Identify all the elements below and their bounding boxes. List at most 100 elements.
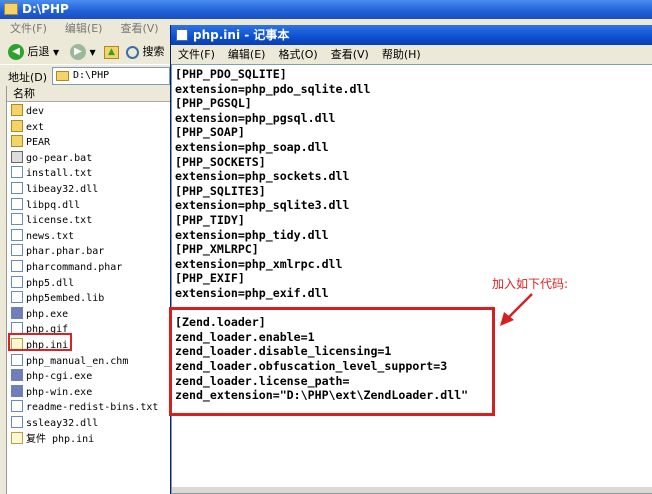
- batch-file-icon: [11, 150, 23, 163]
- address-bar: 地址(D) D:\PHP: [0, 64, 170, 86]
- up-folder-button[interactable]: ▲: [104, 43, 119, 61]
- text-file-icon: [11, 213, 23, 226]
- file-row[interactable]: ssleay32.dll: [11, 416, 98, 431]
- file-icon: [11, 260, 23, 272]
- file-name: php_manual_en.chm: [26, 355, 129, 367]
- file-name: ext: [26, 121, 45, 133]
- search-button[interactable]: 搜索: [126, 43, 165, 61]
- file-name: phar.phar.bar: [26, 246, 105, 258]
- file-row[interactable]: PEAR: [11, 135, 50, 150]
- file-row[interactable]: readme-redist-bins.txt: [11, 400, 158, 415]
- menu-view[interactable]: 查看(V): [331, 48, 369, 61]
- file-icon: [11, 291, 23, 304]
- file-name: PEAR: [26, 137, 51, 149]
- php-exe-icon: [11, 306, 23, 319]
- folder-icon: [11, 104, 23, 116]
- menu-view[interactable]: 查看(V): [120, 22, 158, 35]
- file-name: ssleay32.dll: [26, 418, 99, 429]
- file-name: go-pear.bat: [26, 152, 93, 164]
- folder-icon: [11, 135, 23, 148]
- horizontal-scrollbar[interactable]: [172, 487, 652, 493]
- explorer-title: D:\PHP: [22, 2, 69, 16]
- text-line: extension=php_sockets.dll: [175, 169, 350, 184]
- text-line: [PHP_SQLITE3]: [175, 183, 266, 198]
- ini-file-icon: [11, 431, 23, 444]
- php-exe-icon: [11, 369, 23, 382]
- text-file-icon: [11, 228, 23, 241]
- text-line: [PHP_SOCKETS]: [175, 154, 266, 169]
- file-name: php5embed.lib: [26, 293, 105, 305]
- text-line: [PHP_TIDY]: [175, 213, 245, 227]
- text-file-icon: [11, 166, 23, 179]
- back-arrow-icon: ◀: [8, 44, 24, 60]
- notepad-title-bar[interactable]: php.ini - 记事本: [171, 25, 652, 45]
- dll-file-icon: [11, 197, 23, 210]
- file-row[interactable]: 复件 php.ini: [11, 431, 94, 447]
- file-row[interactable]: php-win.exe: [11, 384, 93, 400]
- text-line: extension=php_tidy.dll: [175, 227, 329, 242]
- explorer-menu-bar: 文件(F) 编辑(E) 查看(V): [0, 19, 170, 39]
- dll-file-icon: [11, 416, 23, 428]
- folder-icon: [56, 71, 69, 81]
- up-folder-icon: ▲: [104, 45, 119, 59]
- menu-file[interactable]: 文件(F): [10, 22, 47, 35]
- zend-loader-highlight-box: [169, 307, 495, 416]
- file-name: php-cgi.exe: [26, 371, 93, 383]
- file-row[interactable]: phar.phar.bar: [11, 244, 104, 259]
- dll-file-icon: [11, 275, 23, 288]
- file-name: pharcommand.phar: [26, 262, 123, 273]
- file-row[interactable]: ext: [11, 119, 45, 135]
- column-header-name[interactable]: 名称: [7, 86, 171, 102]
- menu-format[interactable]: 格式(O): [278, 48, 317, 61]
- php-ini-highlight-box: [8, 333, 72, 351]
- chevron-down-icon: ▼: [89, 48, 96, 57]
- file-name: readme-redist-bins.txt: [26, 402, 159, 414]
- php-exe-icon: [11, 384, 23, 397]
- file-name: install.txt: [26, 168, 93, 180]
- file-name: dev: [26, 106, 45, 117]
- forward-button[interactable]: ▶ ▼: [70, 43, 96, 61]
- search-icon: [126, 45, 139, 59]
- back-label: 后退: [27, 45, 50, 58]
- file-row[interactable]: php5embed.lib: [11, 291, 104, 306]
- folder-icon: [4, 3, 18, 15]
- file-row[interactable]: php5.dll: [11, 275, 75, 291]
- file-row[interactable]: news.txt: [11, 228, 74, 244]
- notepad-menu-bar: 文件(F) 编辑(E) 格式(O) 查看(V) 帮助(H): [171, 45, 652, 64]
- notepad-title: php.ini - 记事本: [193, 28, 290, 42]
- file-row[interactable]: php.exe: [11, 306, 69, 322]
- file-row[interactable]: pharcommand.phar: [11, 260, 122, 275]
- text-file-icon: [11, 400, 23, 413]
- search-label: 搜索: [142, 45, 165, 58]
- menu-help[interactable]: 帮助(H): [382, 48, 421, 61]
- file-name: php-win.exe: [26, 386, 93, 398]
- text-line: [PHP_SOAP]: [175, 125, 245, 140]
- menu-edit[interactable]: 编辑(E): [228, 48, 266, 61]
- file-row[interactable]: go-pear.bat: [11, 150, 93, 166]
- explorer-title-bar[interactable]: D:\PHP: [0, 0, 652, 19]
- file-row[interactable]: php-cgi.exe: [11, 369, 92, 384]
- file-name: php5.dll: [26, 277, 75, 289]
- notepad-window: php.ini - 记事本 文件(F) 编辑(E) 格式(O) 查看(V) 帮助(H) …: [170, 25, 652, 494]
- text-line: [PHP_XMLRPC]: [175, 242, 259, 257]
- file-row[interactable]: install.txt: [11, 166, 92, 181]
- back-button[interactable]: ◀ 后退 ▼: [8, 43, 59, 61]
- help-file-icon: [11, 353, 23, 366]
- file-row[interactable]: dev: [11, 104, 44, 119]
- file-name: libeay32.dll: [26, 184, 99, 195]
- dll-file-icon: [11, 182, 23, 194]
- file-row[interactable]: license.txt: [11, 213, 92, 228]
- file-list: 名称 dev ext PEAR go-pear.bat install.txt libea…: [6, 86, 171, 494]
- menu-edit[interactable]: 编辑(E): [65, 22, 103, 35]
- menu-file[interactable]: 文件(F): [178, 48, 215, 61]
- file-name: php.exe: [26, 308, 69, 320]
- file-name: license.txt: [26, 215, 93, 227]
- file-row[interactable]: libpq.dll: [11, 197, 80, 213]
- address-input[interactable]: D:\PHP: [52, 67, 170, 85]
- file-row[interactable]: php_manual_en.chm: [11, 353, 129, 369]
- annotation-arrow-icon: [500, 293, 533, 326]
- file-row[interactable]: libeay32.dll: [11, 182, 98, 197]
- forward-arrow-icon: ▶: [70, 44, 86, 60]
- text-line: [PHP_EXIF]: [175, 271, 245, 286]
- text-line: extension=php_sqlite3.dll: [175, 198, 350, 213]
